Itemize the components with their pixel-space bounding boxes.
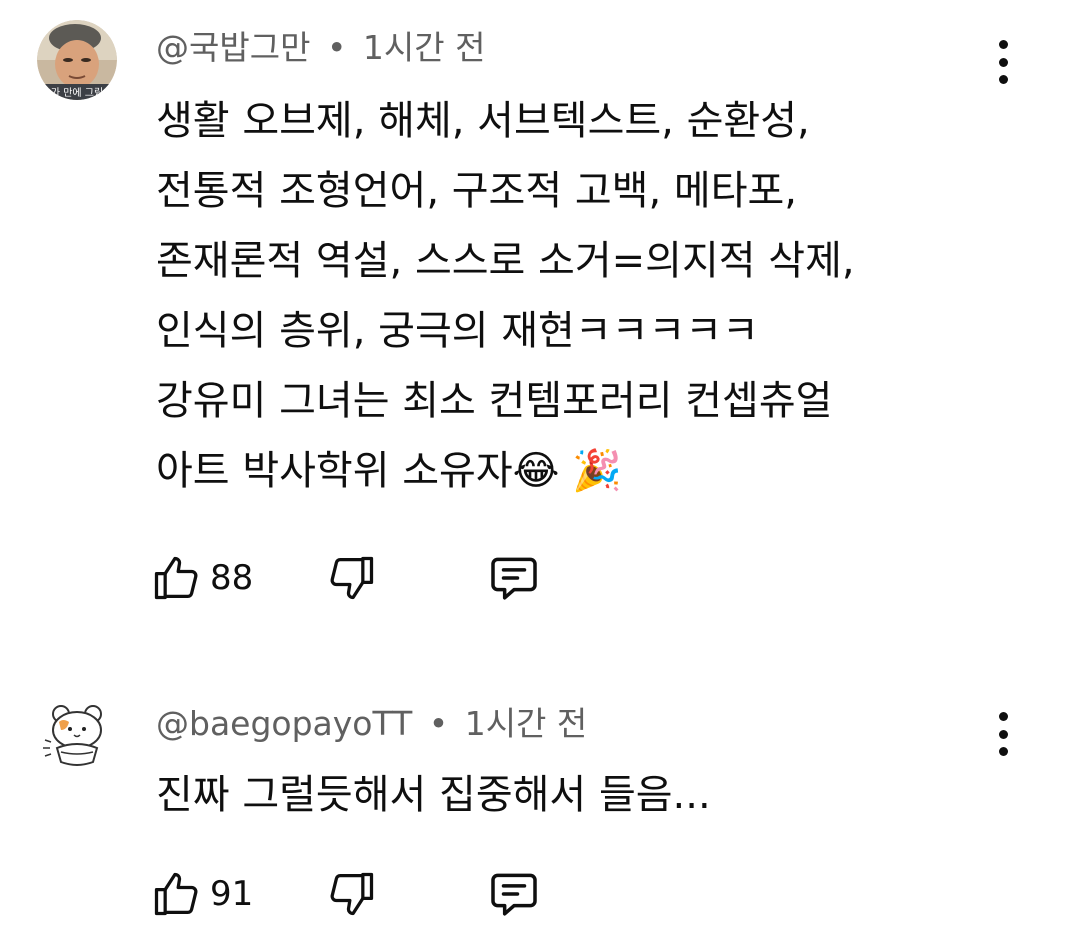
comment-text-line: 인식의 층위, 궁극의 재현ㅋㅋㅋㅋㅋ	[156, 308, 759, 354]
reply-button[interactable]	[486, 548, 542, 608]
like-count: 91	[210, 874, 254, 914]
reply-button[interactable]	[486, 864, 542, 924]
comment-text-line: 강유미 그녀는 최소 컨템포러리 컨셉츄얼	[156, 378, 833, 424]
comment-time: 1시간 전	[464, 704, 588, 743]
more-options-button[interactable]	[985, 40, 1021, 84]
avatar-caption: 가 만에 그림	[51, 87, 103, 99]
meta-separator: •	[326, 28, 347, 67]
dislike-button[interactable]	[326, 548, 378, 608]
comment-item: @baegopayoTT • 1시간 전 진짜 그럴듯해서 집중해서 들음...…	[0, 672, 1079, 936]
comment-text-line: 아트 박사학위 소유자😂 🎉	[156, 448, 622, 494]
like-button[interactable]: 91	[150, 864, 253, 924]
comment-text-line: 전통적 조형언어, 구조적 고백, 메타포,	[156, 168, 798, 214]
thumb-up-icon	[150, 552, 202, 604]
comment-actions: 91	[150, 864, 610, 924]
comment-author[interactable]: @국밥그만	[156, 28, 310, 67]
reply-comment-icon	[486, 866, 542, 922]
user-photo-avatar-icon: 가 만에 그림	[37, 20, 117, 100]
comment-actions: 88	[150, 548, 610, 608]
more-vertical-icon	[998, 40, 1008, 84]
comment-text: 진짜 그럴듯해서 집중해서 들음...	[156, 760, 1016, 830]
avatar[interactable]	[37, 696, 117, 776]
avatar[interactable]: 가 만에 그림	[37, 20, 117, 100]
meta-separator: •	[428, 704, 449, 743]
like-button[interactable]: 88	[150, 548, 253, 608]
more-vertical-icon	[998, 712, 1008, 756]
more-options-button[interactable]	[985, 712, 1021, 756]
hamster-illustration-avatar-icon	[37, 696, 117, 776]
comment-text-line: 진짜 그럴듯해서 집중해서 들음...	[156, 772, 711, 818]
like-count: 88	[210, 558, 254, 598]
thumb-up-icon	[150, 868, 202, 920]
comment-meta: @국밥그만 • 1시간 전	[156, 28, 486, 68]
comment-author[interactable]: @baegopayoTT	[156, 704, 412, 743]
comment-meta: @baegopayoTT • 1시간 전	[156, 704, 587, 744]
thumb-down-icon	[326, 868, 378, 920]
reply-comment-icon	[486, 550, 542, 606]
comment-text: 생활 오브제, 해체, 서브텍스트, 순환성, 전통적 조형언어, 구조적 고백…	[156, 86, 1016, 506]
thumb-down-icon	[326, 552, 378, 604]
comment-time: 1시간 전	[362, 28, 486, 67]
comment-text-line: 생활 오브제, 해체, 서브텍스트, 순환성,	[156, 98, 810, 144]
comment-text-line: 존재론적 역설, 스스로 소거=의지적 삭제,	[156, 238, 855, 284]
dislike-button[interactable]	[326, 864, 378, 924]
comment-item: 가 만에 그림 @국밥그만 • 1시간 전 생활 오브제, 해체, 서브텍스트,…	[0, 0, 1079, 640]
